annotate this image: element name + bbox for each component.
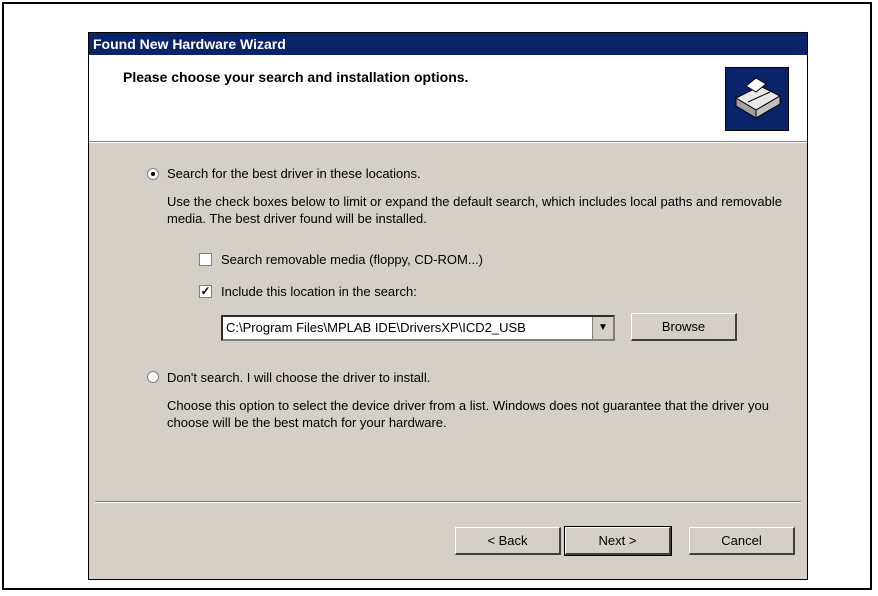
header-title: Please choose your search and installati… — [123, 69, 469, 85]
title-bar: Found New Hardware Wizard — [89, 33, 807, 55]
include-location-checkbox[interactable]: ✓ — [199, 285, 212, 298]
removable-media-checkbox[interactable] — [199, 253, 212, 266]
hardware-icon — [725, 67, 789, 131]
header-divider — [89, 142, 807, 143]
next-button[interactable]: Next > — [564, 526, 672, 556]
dont-search-radio[interactable] — [147, 371, 159, 383]
wizard-header: Please choose your search and installati… — [89, 55, 807, 142]
wizard-dialog: Found New Hardware Wizard Please choose … — [88, 32, 808, 580]
location-value: C:\Program Files\MPLAB IDE\DriversXP\ICD… — [226, 320, 526, 335]
dont-search-description: Choose this option to select the device … — [167, 398, 769, 430]
location-combobox[interactable]: C:\Program Files\MPLAB IDE\DriversXP\ICD… — [221, 315, 615, 341]
include-location-label[interactable]: Include this location in the search: — [221, 283, 417, 300]
cancel-button[interactable]: Cancel — [689, 527, 795, 555]
chevron-down-icon[interactable]: ▼ — [592, 317, 613, 339]
back-button[interactable]: < Back — [455, 527, 561, 555]
search-option-description: Use the check boxes below to limit or ex… — [167, 194, 782, 226]
search-radio[interactable] — [147, 168, 159, 180]
removable-media-label[interactable]: Search removable media (floppy, CD-ROM..… — [221, 251, 483, 268]
dont-search-label[interactable]: Don't search. I will choose the driver t… — [167, 369, 430, 386]
browse-button[interactable]: Browse — [631, 313, 737, 341]
search-option-label[interactable]: Search for the best driver in these loca… — [167, 165, 421, 182]
